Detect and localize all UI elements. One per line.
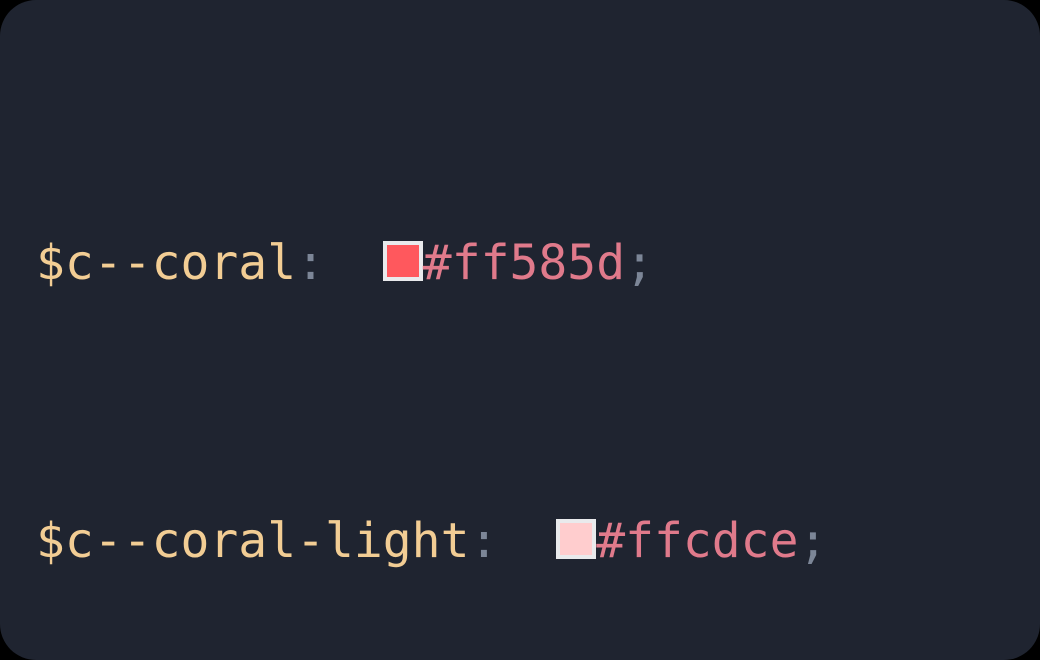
colon: : bbox=[469, 517, 498, 565]
code-editor[interactable]: $c--coral: #ff585d; $c--coral-light: #ff… bbox=[0, 0, 1040, 660]
code-line: $c--coral-light: #ffcdce; bbox=[36, 498, 1040, 584]
colon: : bbox=[296, 239, 325, 287]
semicolon: ; bbox=[798, 517, 827, 565]
semicolon: ; bbox=[625, 239, 654, 287]
color-swatch bbox=[383, 241, 423, 281]
color-swatch bbox=[556, 519, 596, 559]
color-value: #ff585d bbox=[423, 239, 625, 287]
variable-name: $c--coral-light bbox=[36, 517, 469, 565]
color-value: #ffcdce bbox=[596, 517, 798, 565]
variable-name: $c--coral bbox=[36, 239, 296, 287]
code-line: $c--coral: #ff585d; bbox=[36, 220, 1040, 306]
